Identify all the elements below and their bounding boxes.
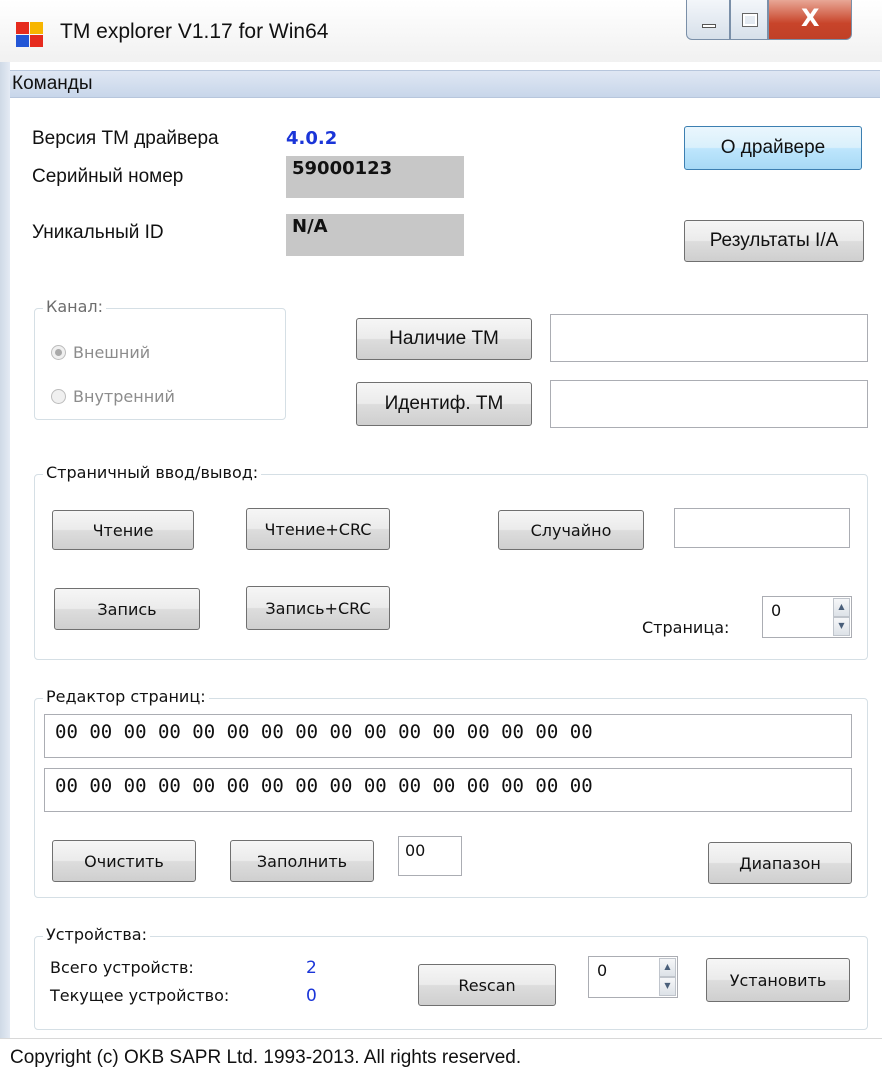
page-spinner[interactable]: 0 ▲ ▼ xyxy=(762,596,852,638)
identify-tm-button[interactable]: Идентиф. ТМ xyxy=(356,382,532,426)
range-button[interactable]: Диапазон xyxy=(708,842,852,884)
results-io-button[interactable]: Результаты I/A xyxy=(684,220,864,262)
read-crc-button[interactable]: Чтение+CRC xyxy=(246,508,390,550)
page-spinner-arrows: ▲ ▼ xyxy=(833,598,850,636)
clear-button[interactable]: Очистить xyxy=(52,840,196,882)
identify-tm-field[interactable] xyxy=(550,380,868,428)
title-bar[interactable]: TM explorer V1.17 for Win64 X xyxy=(0,0,882,62)
serial-number-value: 59000123 xyxy=(286,156,464,198)
driver-version-value: 4.0.2 xyxy=(286,128,338,149)
unique-id-label: Уникальный ID xyxy=(32,222,164,243)
rescan-button[interactable]: Rescan xyxy=(418,964,556,1006)
read-button[interactable]: Чтение xyxy=(52,510,194,550)
presence-tm-button[interactable]: Наличие ТМ xyxy=(356,318,532,360)
unique-id-value: N/A xyxy=(286,214,464,256)
serial-number-label: Серийный номер xyxy=(32,166,184,187)
fill-button[interactable]: Заполнить xyxy=(230,840,374,882)
window-title: TM explorer V1.17 for Win64 xyxy=(60,20,329,43)
presence-tm-field[interactable] xyxy=(550,314,868,362)
hex-row-2[interactable]: 00 00 00 00 00 00 00 00 00 00 00 00 00 0… xyxy=(44,768,852,812)
page-spinner-value: 0 xyxy=(771,601,782,620)
hex-row-1[interactable]: 00 00 00 00 00 00 00 00 00 00 00 00 00 0… xyxy=(44,714,852,758)
copyright-text: Copyright (c) OKB SAPR Ltd. 1993-2013. A… xyxy=(10,1047,522,1068)
page-io-group: Страничный ввод/вывод: xyxy=(34,463,868,660)
status-bar: Copyright (c) OKB SAPR Ltd. 1993-2013. A… xyxy=(0,1038,882,1075)
total-devices-label: Всего устройств: xyxy=(50,958,194,977)
menu-commands[interactable]: Команды xyxy=(12,73,93,95)
random-value-field[interactable] xyxy=(674,508,850,548)
spinner-up-arrow-icon[interactable]: ▲ xyxy=(659,958,676,977)
random-button[interactable]: Случайно xyxy=(498,510,644,550)
maximize-button[interactable] xyxy=(730,0,768,40)
radio-external-label: Внешний xyxy=(73,343,151,362)
page-editor-group-title: Редактор страниц: xyxy=(43,687,209,706)
page-io-group-title: Страничный ввод/вывод: xyxy=(43,463,262,482)
app-window: TM explorer V1.17 for Win64 X Команды Ве… xyxy=(0,0,882,1075)
fill-value-field[interactable]: 00 xyxy=(398,836,462,876)
device-index-value: 0 xyxy=(597,961,608,980)
app-icon xyxy=(16,22,44,48)
radio-internal-label: Внутренний xyxy=(73,387,175,406)
window-left-border xyxy=(0,62,10,1038)
menu-bar: Команды xyxy=(10,70,880,98)
device-index-arrows: ▲ ▼ xyxy=(659,958,676,996)
current-device-label: Текущее устройство: xyxy=(50,986,230,1005)
maximize-icon xyxy=(742,13,758,27)
spinner-down-arrow-icon[interactable]: ▼ xyxy=(659,977,676,996)
channel-group: Канал: Внешний Внутренний xyxy=(34,297,286,420)
client-area: Версия ТМ драйвера 4.0.2 Серийный номер … xyxy=(10,98,880,1038)
total-devices-value: 2 xyxy=(306,958,317,978)
spinner-up-arrow-icon[interactable]: ▲ xyxy=(833,598,850,617)
window-controls: X xyxy=(686,0,880,46)
close-button[interactable]: X xyxy=(768,0,852,40)
minimize-button[interactable] xyxy=(686,0,730,40)
minimize-icon xyxy=(702,24,716,28)
driver-version-label: Версия ТМ драйвера xyxy=(32,128,219,149)
device-index-spinner[interactable]: 0 ▲ ▼ xyxy=(588,956,678,998)
page-label: Страница: xyxy=(642,618,730,637)
write-crc-button[interactable]: Запись+CRC xyxy=(246,586,390,630)
set-device-button[interactable]: Установить xyxy=(706,958,850,1002)
devices-group-title: Устройства: xyxy=(43,925,150,944)
write-button[interactable]: Запись xyxy=(54,588,200,630)
radio-internal-indicator xyxy=(51,389,66,404)
spinner-down-arrow-icon[interactable]: ▼ xyxy=(833,617,850,636)
channel-group-title: Канал: xyxy=(43,297,107,316)
close-icon: X xyxy=(801,4,820,32)
current-device-value: 0 xyxy=(306,986,317,1006)
about-driver-button[interactable]: О драйвере xyxy=(684,126,862,170)
radio-external-indicator xyxy=(51,345,66,360)
